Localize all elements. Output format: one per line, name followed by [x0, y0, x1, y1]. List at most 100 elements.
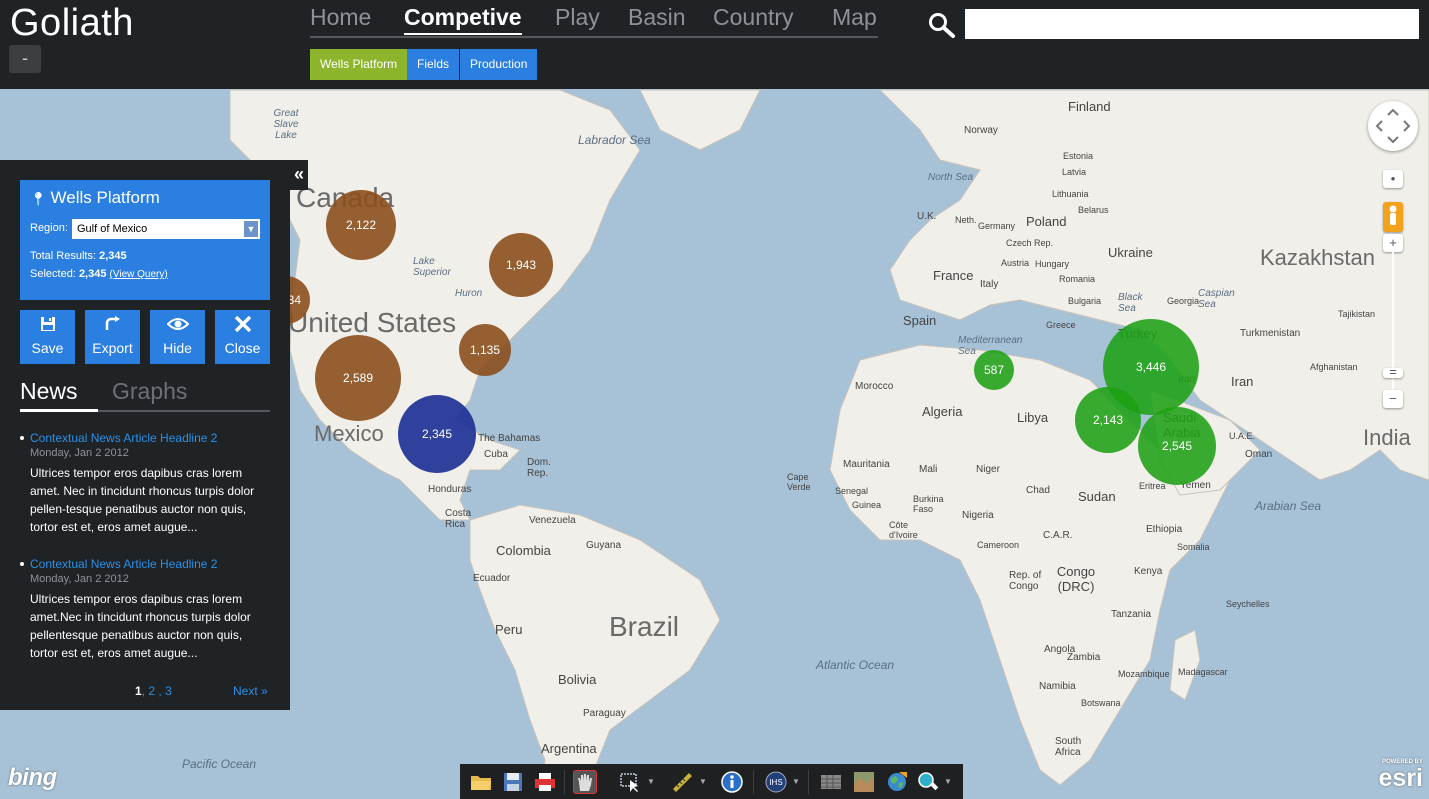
- chevron-down-icon[interactable]: ▼: [244, 221, 258, 237]
- hide-button[interactable]: Hide: [150, 310, 205, 364]
- reset-view-button[interactable]: •: [1383, 170, 1403, 188]
- eye-icon: [150, 316, 205, 336]
- query-title: 📍︎ Wells Platform: [30, 188, 160, 208]
- total-results-value: 2,345: [99, 250, 127, 262]
- export-label: Export: [92, 340, 133, 356]
- pan-arrows-icon: [1375, 108, 1411, 144]
- export-icon: [85, 316, 140, 336]
- ihs-layer-icon[interactable]: IHS: [764, 770, 788, 794]
- print-icon[interactable]: [533, 770, 557, 794]
- save-button[interactable]: Save: [20, 310, 75, 364]
- bubble-value: 2,345: [421, 427, 453, 441]
- subtab-production[interactable]: Production: [460, 49, 538, 80]
- news-headline-link[interactable]: Contextual News Article Headline 2: [20, 557, 272, 571]
- chevron-down-icon[interactable]: ▼: [699, 777, 707, 786]
- panel-collapse-toggle[interactable]: «: [290, 160, 308, 190]
- subtab-wells-platform[interactable]: Wells Platform: [310, 49, 408, 80]
- query-box: 📍︎ Wells Platform Region: Gulf of Mexico …: [20, 180, 270, 300]
- esri-wordmark: esri: [1378, 764, 1423, 792]
- open-folder-icon[interactable]: [469, 770, 493, 794]
- zoom-out-button[interactable]: −: [1383, 390, 1403, 408]
- map-toolbar: ▼ ▼ IHS ▼ ▼: [460, 764, 963, 799]
- side-panel: 📍︎ Wells Platform Region: Gulf of Mexico …: [0, 160, 290, 710]
- page-link-2[interactable]: 2: [148, 684, 155, 698]
- query-title-text: Wells Platform: [50, 188, 160, 207]
- chevron-down-icon[interactable]: ▼: [647, 777, 655, 786]
- news-body: Ultrices tempor eros dapibus cras lorem …: [30, 592, 251, 660]
- zoom-slider-handle[interactable]: =: [1383, 365, 1403, 378]
- bubble-value: 587: [983, 363, 1005, 377]
- map-bubble[interactable]: 2,122: [326, 190, 396, 260]
- bubble-value: 2,122: [345, 218, 377, 232]
- news-item: Contextual News Article Headline 2 Monda…: [20, 431, 272, 536]
- map-bubble[interactable]: 2,143: [1075, 387, 1141, 453]
- bing-logo: bing: [8, 764, 57, 791]
- map-pan-control[interactable]: [1368, 101, 1418, 151]
- nav-play[interactable]: Play: [555, 4, 600, 31]
- save-label: Save: [31, 340, 64, 356]
- info-icon[interactable]: [720, 770, 744, 794]
- pagination: 1, 2 , 3: [135, 684, 172, 698]
- collapse-button[interactable]: -: [9, 45, 41, 73]
- bubble-value: 2,143: [1092, 413, 1124, 427]
- bubble-value: 1,135: [469, 343, 501, 357]
- nav-competive[interactable]: Competive: [404, 4, 522, 35]
- pan-hand-icon[interactable]: [573, 770, 597, 794]
- nav-country[interactable]: Country: [713, 4, 794, 31]
- table-grid-icon[interactable]: [819, 770, 843, 794]
- pin-icon: 📍︎: [30, 191, 47, 206]
- measure-tool-icon[interactable]: [670, 770, 694, 794]
- search-input[interactable]: [965, 9, 1419, 39]
- map-bubble[interactable]: 1,135: [459, 324, 511, 376]
- close-button[interactable]: Close: [215, 310, 270, 364]
- nav-map[interactable]: Map: [832, 4, 877, 31]
- selected-results-label: Selected:: [30, 268, 76, 280]
- hide-label: Hide: [163, 340, 192, 356]
- toolbar-divider: [564, 770, 565, 794]
- page-link-1[interactable]: 1: [135, 684, 142, 698]
- next-page-link[interactable]: Next »: [233, 684, 268, 698]
- news-headline-link[interactable]: Contextual News Article Headline 2: [20, 431, 272, 445]
- save-icon[interactable]: [501, 770, 525, 794]
- street-view-icon[interactable]: [1383, 202, 1403, 232]
- basemap-icon[interactable]: [852, 770, 876, 794]
- export-button[interactable]: Export: [85, 310, 140, 364]
- map-bubble-selected[interactable]: 2,345: [398, 395, 476, 473]
- globe-layer-icon[interactable]: [885, 770, 909, 794]
- news-date: Monday, Jan 2 2012: [30, 573, 129, 585]
- save-icon: [20, 316, 75, 336]
- tab-news[interactable]: News: [20, 378, 78, 405]
- query-search-icon[interactable]: [916, 770, 940, 794]
- page-link-3[interactable]: 3: [165, 684, 172, 698]
- news-item: Contextual News Article Headline 2 Monda…: [20, 557, 272, 662]
- zoom-control: • + = −: [1383, 170, 1403, 410]
- main-nav: Home Competive Play Basin Country Map: [310, 4, 878, 38]
- chevron-down-icon[interactable]: ▼: [792, 777, 800, 786]
- toolbar-divider: [808, 770, 809, 794]
- region-label: Region:: [30, 222, 68, 234]
- region-select[interactable]: Gulf of Mexico ▼: [72, 219, 260, 239]
- map-bubble[interactable]: 587: [974, 350, 1014, 390]
- total-results-label: Total Results:: [30, 250, 97, 262]
- bubble-value: 2,545: [1161, 439, 1193, 453]
- toolbar-divider: [753, 770, 754, 794]
- top-bar: Goliath - Home Competive Play Basin Coun…: [0, 0, 1429, 89]
- app-logo: Goliath: [10, 2, 134, 44]
- view-query-link[interactable]: (View Query): [110, 269, 168, 280]
- news-body: Ultrices tempor eros dapibus cras lorem …: [30, 466, 255, 534]
- close-label: Close: [224, 340, 261, 356]
- nav-home[interactable]: Home: [310, 4, 371, 31]
- map-bubble[interactable]: 1,943: [489, 233, 553, 297]
- nav-basin[interactable]: Basin: [628, 4, 686, 31]
- region-select-value: Gulf of Mexico: [77, 223, 148, 235]
- select-tool-icon[interactable]: [618, 770, 642, 794]
- bubble-value: 1,943: [505, 258, 537, 272]
- tab-active-indicator: [20, 409, 98, 412]
- tab-graphs[interactable]: Graphs: [112, 378, 187, 405]
- subtab-fields[interactable]: Fields: [407, 49, 460, 80]
- chevron-down-icon[interactable]: ▼: [944, 777, 952, 786]
- map-bubble[interactable]: 2,545: [1138, 407, 1216, 485]
- search-icon[interactable]: [927, 11, 957, 39]
- bubble-value: 2,589: [342, 371, 374, 385]
- map-bubble[interactable]: 2,589: [315, 335, 401, 421]
